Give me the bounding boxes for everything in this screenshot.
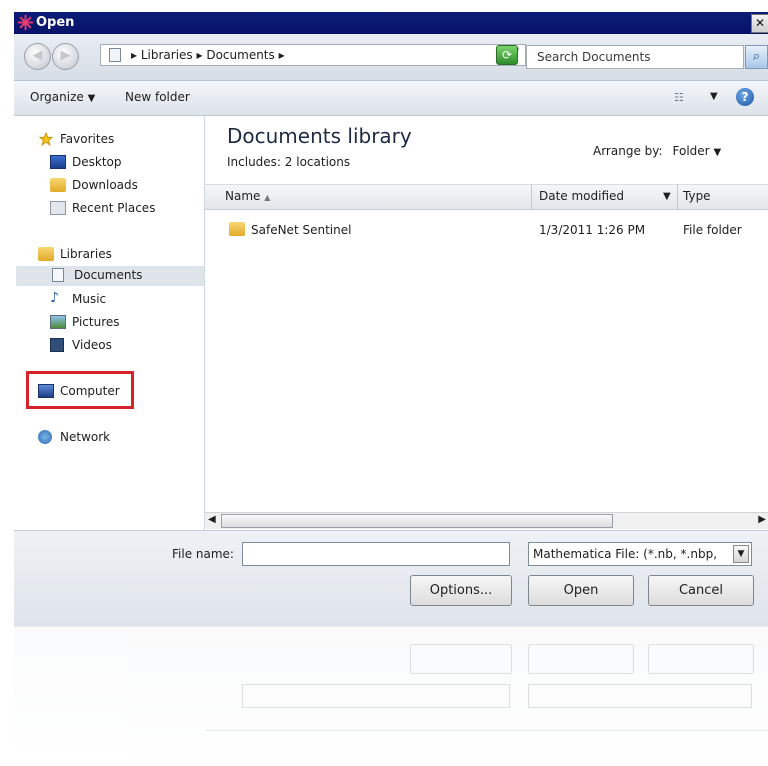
breadcrumb-libraries[interactable]: Libraries bbox=[141, 48, 193, 62]
documents-icon bbox=[52, 268, 64, 282]
cancel-button[interactable]: Cancel bbox=[648, 575, 754, 606]
column-filter-dropdown-icon[interactable]: ▼ bbox=[663, 191, 671, 202]
sidebar-item-downloads[interactable]: Downloads bbox=[50, 176, 200, 196]
videos-icon bbox=[50, 338, 64, 352]
sidebar-item-pictures[interactable]: Pictures bbox=[50, 313, 200, 333]
network-icon bbox=[38, 430, 52, 444]
folder-icon bbox=[229, 222, 245, 236]
dialog-reflection bbox=[14, 626, 768, 766]
chevron-down-icon[interactable]: ▼ bbox=[733, 545, 749, 563]
documents-folder-icon bbox=[109, 48, 121, 62]
organize-button[interactable]: Organize ▼ bbox=[30, 90, 95, 104]
sidebar-item-network[interactable]: Network bbox=[38, 428, 198, 448]
address-bar: ◀ ▶ ▸ Libraries ▸ Documents ▸ ▼ ⟳ Search… bbox=[14, 34, 768, 81]
refresh-icon[interactable]: ⟳ bbox=[496, 45, 518, 65]
back-icon: ◀ bbox=[32, 48, 43, 63]
help-icon[interactable]: ? bbox=[736, 88, 754, 106]
app-icon bbox=[18, 15, 33, 30]
sidebar-item-videos[interactable]: Videos bbox=[50, 336, 200, 356]
music-icon: ♪ bbox=[50, 290, 59, 306]
file-name: SafeNet Sentinel bbox=[251, 223, 352, 237]
navigation-pane: Favorites Desktop Downloads Recent Place… bbox=[14, 116, 205, 530]
arrange-by-dropdown[interactable]: Folder ▼ bbox=[673, 144, 722, 158]
chevron-down-icon: ▼ bbox=[713, 147, 722, 158]
breadcrumb: ▸ Libraries ▸ Documents ▸ bbox=[131, 48, 285, 62]
column-header: Name ▲ Date modified ▼ Type bbox=[205, 184, 768, 210]
desktop-icon bbox=[50, 155, 66, 169]
toolbar: Organize ▼ New folder ☷ ▼ ? bbox=[14, 81, 768, 116]
chevron-down-icon[interactable]: ▼ bbox=[710, 91, 718, 102]
close-icon[interactable]: ✕ bbox=[751, 14, 768, 33]
address-field[interactable]: ▸ Libraries ▸ Documents ▸ ▼ bbox=[100, 44, 526, 66]
star-icon bbox=[38, 132, 54, 146]
sidebar-item-favorites[interactable]: Favorites bbox=[38, 130, 198, 150]
file-open-controls: File name: Mathematica File: (*.nb, *.nb… bbox=[14, 530, 768, 627]
sidebar-item-libraries[interactable]: Libraries bbox=[38, 245, 198, 265]
forward-icon: ▶ bbox=[60, 48, 71, 63]
column-name[interactable]: Name ▲ bbox=[225, 189, 270, 203]
view-options-icon[interactable]: ☷ bbox=[674, 91, 692, 104]
downloads-icon bbox=[50, 178, 66, 192]
options-button[interactable]: Options... bbox=[410, 575, 512, 606]
library-includes[interactable]: Includes: 2 locations bbox=[227, 155, 350, 169]
sort-ascending-icon: ▲ bbox=[264, 193, 271, 202]
sidebar-item-recent-places[interactable]: Recent Places bbox=[50, 199, 200, 219]
file-name-label: File name: bbox=[172, 547, 234, 561]
pictures-icon bbox=[50, 315, 66, 329]
open-button[interactable]: Open bbox=[528, 575, 634, 606]
arrange-by: Arrange by: Folder ▼ bbox=[593, 144, 722, 158]
file-list-pane: Documents library Includes: 2 locations … bbox=[205, 116, 768, 530]
sidebar-item-documents[interactable]: Documents bbox=[16, 266, 204, 286]
title-bar: Open ✕ bbox=[14, 12, 768, 34]
scrollbar-thumb[interactable] bbox=[221, 514, 613, 528]
table-row[interactable]: SafeNet Sentinel 1/3/2011 1:26 PM File f… bbox=[205, 220, 768, 242]
scroll-left-icon[interactable]: ◀ bbox=[208, 514, 216, 525]
breadcrumb-documents[interactable]: Documents bbox=[206, 48, 274, 62]
file-date: 1/3/2011 1:26 PM bbox=[539, 223, 646, 237]
sidebar-item-music[interactable]: ♪ Music bbox=[50, 290, 200, 310]
file-type-select[interactable]: Mathematica File: (*.nb, *.nbp, ▼ bbox=[528, 542, 752, 566]
column-date-modified[interactable]: Date modified bbox=[539, 189, 624, 203]
back-button[interactable]: ◀ bbox=[24, 43, 51, 70]
search-input[interactable]: Search Documents bbox=[526, 45, 744, 69]
computer-highlight-box bbox=[26, 371, 134, 409]
recent-places-icon bbox=[50, 201, 66, 215]
column-type[interactable]: Type bbox=[683, 189, 711, 203]
libraries-icon bbox=[38, 247, 54, 261]
forward-button[interactable]: ▶ bbox=[52, 43, 79, 70]
new-folder-button[interactable]: New folder bbox=[125, 90, 190, 104]
chevron-down-icon: ▼ bbox=[87, 93, 96, 104]
search-icon[interactable]: ⌕ bbox=[745, 45, 768, 69]
window-title: Open bbox=[36, 15, 75, 30]
library-title: Documents library bbox=[227, 124, 412, 148]
scroll-right-icon[interactable]: ▶ bbox=[758, 514, 766, 525]
file-type: File folder bbox=[683, 223, 742, 237]
sidebar-item-desktop[interactable]: Desktop bbox=[50, 153, 200, 173]
horizontal-scrollbar[interactable]: ◀ ▶ bbox=[205, 512, 768, 529]
file-name-input[interactable] bbox=[242, 542, 510, 566]
